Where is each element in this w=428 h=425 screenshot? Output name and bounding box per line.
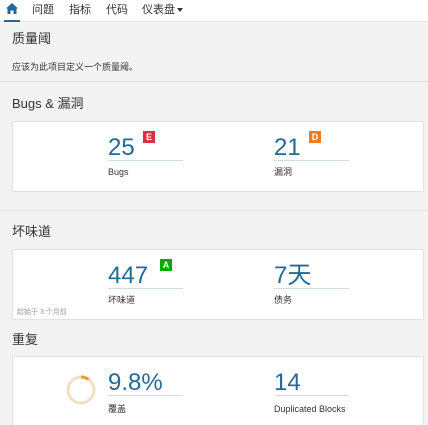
debt-underline bbox=[274, 288, 349, 289]
nav-dashboards-label: 仪表盘 bbox=[142, 4, 175, 16]
bugs-rating-badge[interactable]: E bbox=[143, 131, 155, 143]
duplications-title: 重复 bbox=[12, 332, 39, 347]
duplicated-blocks-underline bbox=[274, 395, 349, 396]
nav-code[interactable]: 代码 bbox=[106, 4, 128, 17]
bugs-label: Bugs bbox=[108, 167, 129, 177]
debt-value[interactable]: 7天 bbox=[274, 263, 311, 289]
coverage-underline bbox=[108, 395, 183, 396]
bugs-underline bbox=[108, 160, 183, 161]
coverage-donut-icon bbox=[66, 375, 96, 405]
coverage-value[interactable]: 9.8% bbox=[108, 370, 163, 396]
vulnerabilities-value[interactable]: 21 bbox=[274, 135, 301, 161]
vulnerabilities-rating-badge[interactable]: D bbox=[309, 131, 321, 143]
divider bbox=[0, 81, 428, 82]
vulnerabilities-label: 漏洞 bbox=[274, 167, 293, 177]
leak-since-label: 起始于 3 个月前 bbox=[17, 309, 67, 316]
duplications-card: 9.8% 覆盖 14 Duplicated Blocks bbox=[12, 356, 424, 425]
code-smells-value[interactable]: 447 bbox=[108, 263, 148, 289]
code-smells-title: 坏味道 bbox=[12, 224, 52, 239]
nav-issues[interactable]: 问题 bbox=[32, 4, 54, 17]
coverage-label: 覆盖 bbox=[108, 404, 127, 414]
bugs-value[interactable]: 25 bbox=[108, 135, 135, 161]
code-smells-card: 起始于 3 个月前 447 A 坏味道 7天 债务 bbox=[12, 249, 424, 320]
code-smells-rating-badge[interactable]: A bbox=[160, 259, 172, 271]
home-icon bbox=[6, 3, 18, 14]
vulnerabilities-underline bbox=[274, 160, 349, 161]
project-nav: 问题 指标 代码 仪表盘 bbox=[0, 0, 428, 22]
debt-label: 债务 bbox=[274, 295, 293, 305]
code-smells-label: 坏味道 bbox=[108, 295, 136, 305]
nav-measures[interactable]: 指标 bbox=[69, 4, 91, 17]
quality-gate-title: 质量阈 bbox=[12, 31, 52, 46]
bugs-vuln-card: 25 E Bugs 21 D 漏洞 bbox=[12, 121, 424, 192]
divider bbox=[0, 210, 428, 211]
nav-dashboards[interactable]: 仪表盘 bbox=[142, 4, 183, 17]
quality-gate-message: 应该为此项目定义一个质量阈。 bbox=[12, 62, 139, 72]
nav-home[interactable] bbox=[4, 3, 20, 22]
caret-down-icon bbox=[177, 8, 183, 13]
duplicated-blocks-value[interactable]: 14 bbox=[274, 370, 301, 396]
duplicated-blocks-label: Duplicated Blocks bbox=[274, 404, 346, 414]
code-smells-underline bbox=[108, 288, 183, 289]
bugs-vuln-title: Bugs & 漏洞 bbox=[12, 96, 84, 111]
